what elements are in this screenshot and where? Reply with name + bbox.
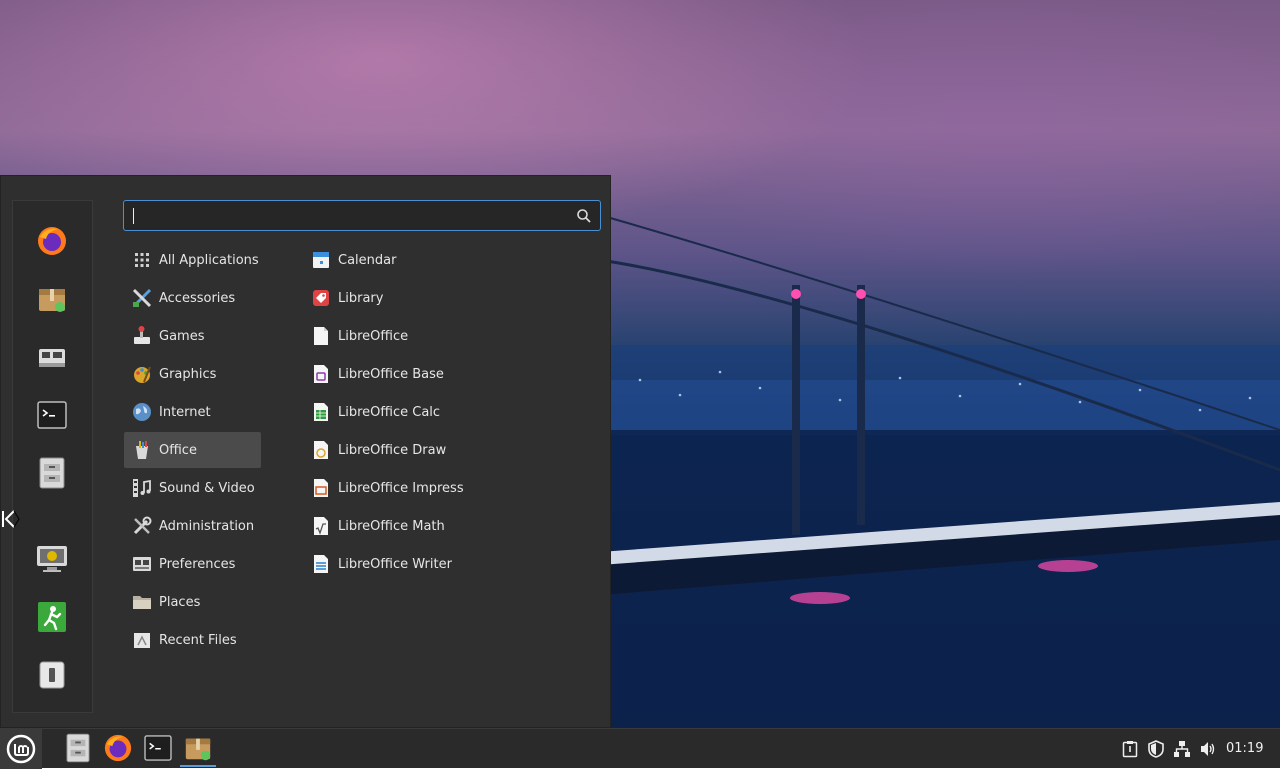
app-label: Library <box>338 290 384 306</box>
category-label: Sound & Video <box>159 480 255 496</box>
folder-icon <box>132 592 152 612</box>
app-libreoffice[interactable]: LibreOffice <box>303 318 603 354</box>
mint-logo-icon <box>6 734 36 764</box>
network-icon[interactable] <box>1172 739 1192 759</box>
graphics-icon <box>132 364 152 384</box>
category-label: Administration <box>159 518 255 534</box>
category-label: Accessories <box>159 290 236 306</box>
accessories-icon <box>132 288 152 308</box>
update-shield-icon[interactable] <box>1146 739 1166 759</box>
calendar-icon <box>311 250 331 270</box>
search-input[interactable] <box>123 200 601 231</box>
sound-video-icon <box>132 478 152 498</box>
category-administration[interactable]: Administration <box>124 508 261 544</box>
search-icon <box>577 209 591 223</box>
category-label: All Applications <box>159 252 259 268</box>
recent-files-icon <box>132 630 152 650</box>
app-libreoffice-impress[interactable]: LibreOffice Impress <box>303 470 603 506</box>
app-label: LibreOffice Draw <box>338 442 447 458</box>
libreoffice-impress-icon <box>311 478 331 498</box>
shutdown-icon[interactable] <box>34 657 70 693</box>
app-libreoffice-calc[interactable]: LibreOffice Calc <box>303 394 603 430</box>
app-library[interactable]: Library <box>303 280 603 316</box>
app-label: LibreOffice Writer <box>338 556 452 572</box>
firefox-icon <box>104 734 132 762</box>
system-settings-icon[interactable] <box>34 339 70 375</box>
category-accessories[interactable]: Accessories <box>124 280 261 316</box>
category-label: Places <box>159 594 201 610</box>
lock-screen-icon[interactable] <box>34 541 70 577</box>
category-games[interactable]: Games <box>124 318 261 354</box>
category-graphics[interactable]: Graphics <box>124 356 261 392</box>
library-icon <box>311 288 331 308</box>
favorites-sidebar <box>12 200 93 713</box>
panel-files-launcher[interactable] <box>60 731 96 765</box>
app-libreoffice-math[interactable]: LibreOffice Math <box>303 508 603 544</box>
app-label: LibreOffice <box>338 328 409 344</box>
category-office[interactable]: Office <box>124 432 261 468</box>
application-menu: All Applications Accessories Games Graph… <box>0 175 611 728</box>
panel-firefox-launcher[interactable] <box>100 731 136 765</box>
app-label: Calendar <box>338 252 397 268</box>
panel-software-manager-launcher[interactable] <box>180 731 216 767</box>
app-label: LibreOffice Base <box>338 366 444 382</box>
clock[interactable]: 01:19 <box>1226 741 1263 756</box>
category-label: Graphics <box>159 366 217 382</box>
firefox-icon[interactable] <box>34 223 70 259</box>
bottom-panel: 01:19 <box>0 728 1280 769</box>
category-recent-files[interactable]: Recent Files <box>124 622 261 658</box>
app-libreoffice-draw[interactable]: LibreOffice Draw <box>303 432 603 468</box>
app-label: LibreOffice Impress <box>338 480 464 496</box>
preferences-icon <box>132 554 152 574</box>
games-icon <box>132 326 152 346</box>
app-label: LibreOffice Math <box>338 518 445 534</box>
app-libreoffice-base[interactable]: LibreOffice Base <box>303 356 603 392</box>
files-icon[interactable] <box>34 455 70 491</box>
panel-terminal-launcher[interactable] <box>140 731 176 765</box>
grid-icon <box>132 250 152 270</box>
software-manager-icon <box>185 738 211 761</box>
app-calendar[interactable]: Calendar <box>303 242 603 278</box>
category-label: Recent Files <box>159 632 237 648</box>
libreoffice-draw-icon <box>311 440 331 460</box>
software-manager-icon[interactable] <box>34 281 70 317</box>
category-sound-video[interactable]: Sound & Video <box>124 470 261 506</box>
logout-icon[interactable] <box>34 599 70 635</box>
libreoffice-calc-icon <box>311 402 331 422</box>
category-all-applications[interactable]: All Applications <box>124 242 261 278</box>
category-internet[interactable]: Internet <box>124 394 261 430</box>
category-label: Games <box>159 328 205 344</box>
app-label: LibreOffice Calc <box>338 404 441 420</box>
resize-cursor-icon <box>2 510 20 528</box>
category-places[interactable]: Places <box>124 584 261 620</box>
clipboard-icon[interactable] <box>1120 739 1140 759</box>
administration-icon <box>132 516 152 536</box>
text-cursor <box>133 208 134 224</box>
libreoffice-base-icon <box>311 364 331 384</box>
category-label: Office <box>159 442 197 458</box>
office-icon <box>132 440 152 460</box>
libreoffice-icon <box>311 326 331 346</box>
libreoffice-writer-icon <box>311 554 331 574</box>
category-label: Preferences <box>159 556 236 572</box>
app-libreoffice-writer[interactable]: LibreOffice Writer <box>303 546 603 582</box>
libreoffice-math-icon <box>311 516 331 536</box>
menu-button[interactable] <box>0 729 42 769</box>
category-label: Internet <box>159 404 211 420</box>
files-icon <box>66 733 90 763</box>
terminal-icon[interactable] <box>34 397 70 433</box>
internet-icon <box>132 402 152 422</box>
category-preferences[interactable]: Preferences <box>124 546 261 582</box>
volume-icon[interactable] <box>1198 739 1218 759</box>
terminal-icon <box>144 735 172 761</box>
